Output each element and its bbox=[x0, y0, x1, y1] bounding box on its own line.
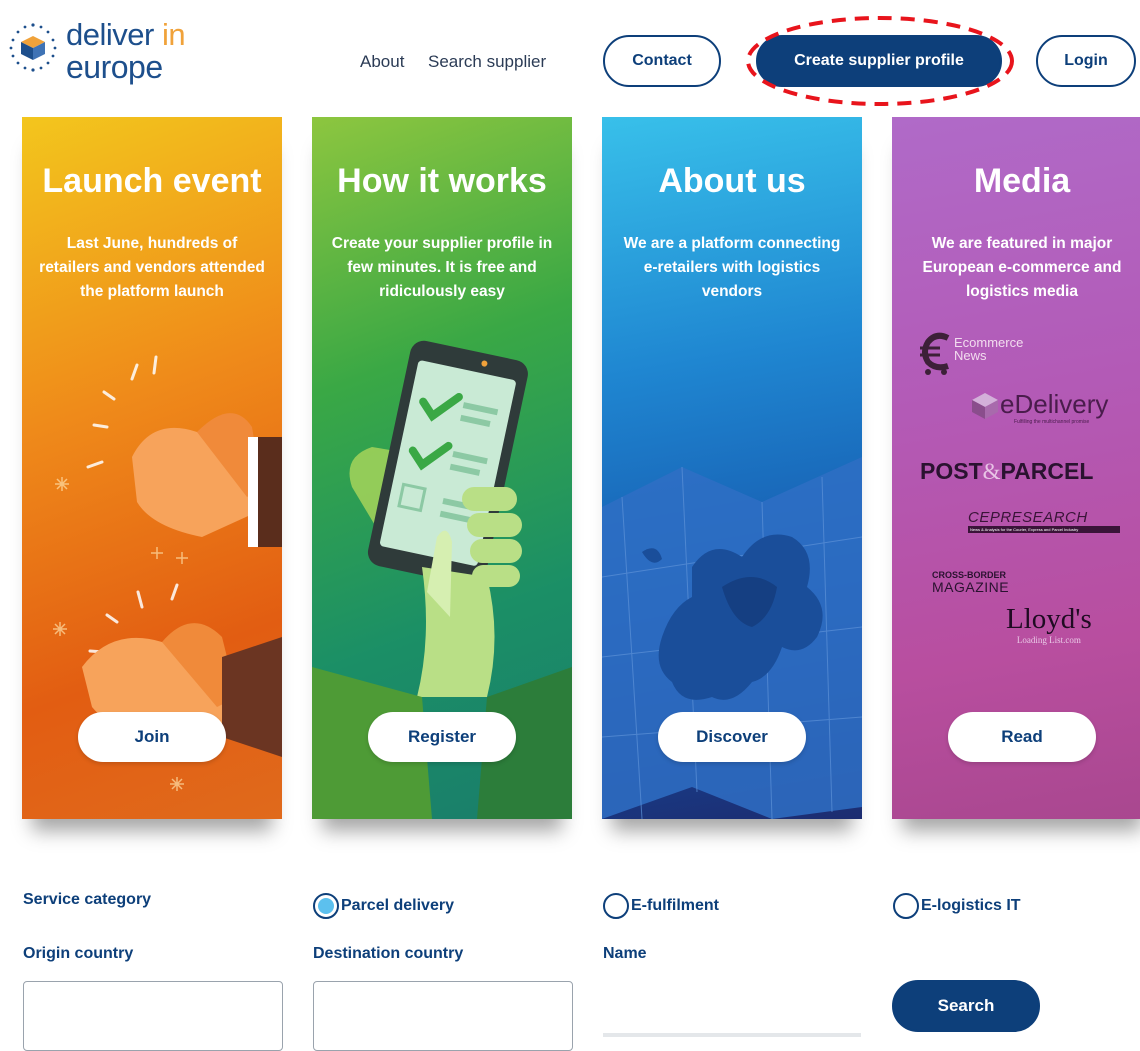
contact-button[interactable]: Contact bbox=[603, 35, 721, 87]
radio-unselected-icon bbox=[603, 893, 629, 919]
logo-text-in: in bbox=[161, 17, 186, 52]
radio-e-logistics-it[interactable]: E-logistics IT bbox=[893, 893, 1021, 919]
post-parcel-right: PARCEL bbox=[1000, 458, 1094, 484]
card-description: Create your supplier profile in few minu… bbox=[331, 235, 553, 300]
origin-country-label: Origin country bbox=[23, 945, 134, 962]
name-label: Name bbox=[603, 945, 647, 962]
cep-research-logo: CEPRESEARCH News & Analysis for the Cour… bbox=[968, 509, 1120, 533]
edelivery-tagline: Fulfilling the multichannel promise bbox=[1014, 419, 1090, 425]
euro-cart-icon bbox=[920, 332, 950, 375]
post-parcel-amp: & bbox=[982, 459, 1001, 484]
logo-wordmark: deliver in bbox=[66, 17, 186, 52]
post-parcel-logo: POST&PARCEL bbox=[920, 457, 1093, 486]
card-description: Last June, hundreds of retailers and ven… bbox=[39, 235, 265, 300]
name-input[interactable] bbox=[603, 1033, 861, 1037]
radio-label: E-fulfilment bbox=[631, 897, 719, 914]
radio-unselected-icon bbox=[893, 893, 919, 919]
card-title: Launch event bbox=[42, 162, 262, 200]
card-title: How it works bbox=[337, 162, 547, 200]
lloyds-name: Lloyd's bbox=[1006, 603, 1092, 635]
post-parcel-left: POST bbox=[920, 458, 983, 484]
origin-country-select[interactable] bbox=[23, 981, 283, 1051]
logo-parcel-stars-icon bbox=[9, 23, 57, 72]
search-button[interactable]: Search bbox=[892, 980, 1040, 1032]
register-button[interactable]: Register bbox=[368, 712, 516, 762]
login-button[interactable]: Login bbox=[1036, 35, 1136, 87]
cross-border-magazine-logo: CROSS-BORDER MAGAZINE bbox=[932, 570, 1009, 595]
card-title: Media bbox=[973, 162, 1071, 200]
nav-about-link[interactable]: About bbox=[360, 52, 404, 72]
cep-research-name: CEPRESEARCH bbox=[968, 509, 1088, 526]
edelivery-logo: eDelivery Fulfilling the multichannel pr… bbox=[970, 389, 1140, 429]
radio-dot-icon bbox=[318, 898, 334, 914]
card-description: We are featured in major European e-comm… bbox=[922, 235, 1122, 300]
edelivery-cube-icon bbox=[972, 393, 998, 419]
destination-country-label: Destination country bbox=[313, 945, 464, 962]
destination-country-select[interactable] bbox=[313, 981, 573, 1051]
cross-border-line2: MAGAZINE bbox=[932, 579, 1010, 595]
logo-text-europe: europe bbox=[66, 49, 163, 85]
service-category-label: Service category bbox=[23, 891, 152, 908]
nav-search-supplier-link[interactable]: Search supplier bbox=[428, 52, 546, 72]
radio-selected-icon bbox=[313, 893, 339, 919]
edelivery-name: eDelivery bbox=[1000, 389, 1109, 419]
read-button[interactable]: Read bbox=[948, 712, 1096, 762]
card-how-it-works: How it works Create your supplier profil… bbox=[312, 117, 572, 819]
card-launch-event: Launch event Last June, hundreds of reta… bbox=[22, 117, 282, 819]
card-media: Media We are featured in major European … bbox=[892, 117, 1140, 819]
card-description: We are a platform connecting e-retailers… bbox=[623, 235, 841, 300]
card-about-us: About us We are a platform connecting e-… bbox=[602, 117, 862, 819]
card-title: About us bbox=[658, 162, 806, 200]
annotation-red-dashed-ellipse bbox=[746, 16, 1014, 106]
cep-research-tagline: News & Analysis for the Courier, Express… bbox=[968, 526, 1120, 533]
ecommerce-news-line2: News bbox=[954, 348, 987, 363]
radio-label: E-logistics IT bbox=[921, 897, 1021, 914]
lloyds-loading-list-logo: Lloyd's Loading List.com bbox=[1006, 603, 1092, 645]
logo-text-deliver: deliver bbox=[66, 17, 154, 52]
join-button[interactable]: Join bbox=[78, 712, 226, 762]
radio-label: Parcel delivery bbox=[341, 897, 454, 914]
radio-e-fulfilment[interactable]: E-fulfilment bbox=[603, 893, 719, 919]
radio-parcel-delivery[interactable]: Parcel delivery bbox=[313, 893, 454, 919]
lloyds-tagline: Loading List.com bbox=[1016, 635, 1081, 645]
discover-button[interactable]: Discover bbox=[658, 712, 806, 762]
